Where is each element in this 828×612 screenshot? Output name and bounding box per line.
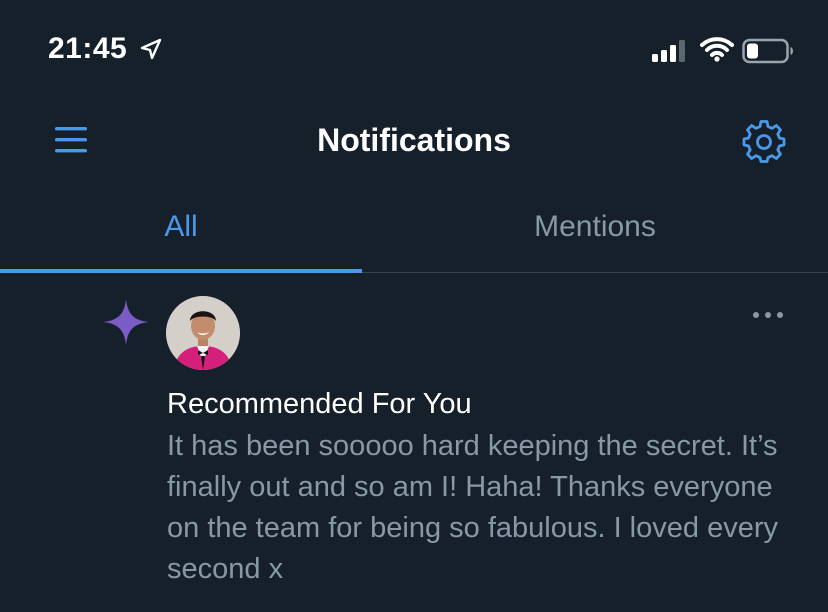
notification-tabs: All Mentions bbox=[0, 184, 828, 273]
gear-icon[interactable] bbox=[742, 120, 786, 164]
notification-title: Recommended For You bbox=[167, 388, 472, 420]
active-tab-indicator bbox=[0, 269, 362, 273]
avatar-image bbox=[166, 296, 240, 370]
location-arrow-icon bbox=[140, 38, 162, 60]
top-app-bar: Notifications bbox=[0, 100, 828, 180]
page-title: Notifications bbox=[317, 122, 511, 158]
tab-mentions[interactable]: Mentions bbox=[414, 184, 776, 270]
status-time: 21:45 bbox=[48, 32, 128, 65]
notification-item[interactable]: Recommended For You It has been sooooo h… bbox=[0, 274, 828, 612]
notification-body: It has been sooooo hard keeping the secr… bbox=[167, 430, 778, 585]
tab-all[interactable]: All bbox=[0, 184, 362, 270]
more-options-icon[interactable] bbox=[750, 308, 786, 322]
cellular-signal-icon bbox=[652, 40, 685, 62]
status-bar: 21:45 bbox=[0, 0, 828, 100]
sparkle-icon bbox=[103, 299, 149, 345]
avatar[interactable] bbox=[166, 296, 240, 370]
battery-icon bbox=[742, 38, 793, 64]
wifi-icon bbox=[700, 37, 734, 62]
